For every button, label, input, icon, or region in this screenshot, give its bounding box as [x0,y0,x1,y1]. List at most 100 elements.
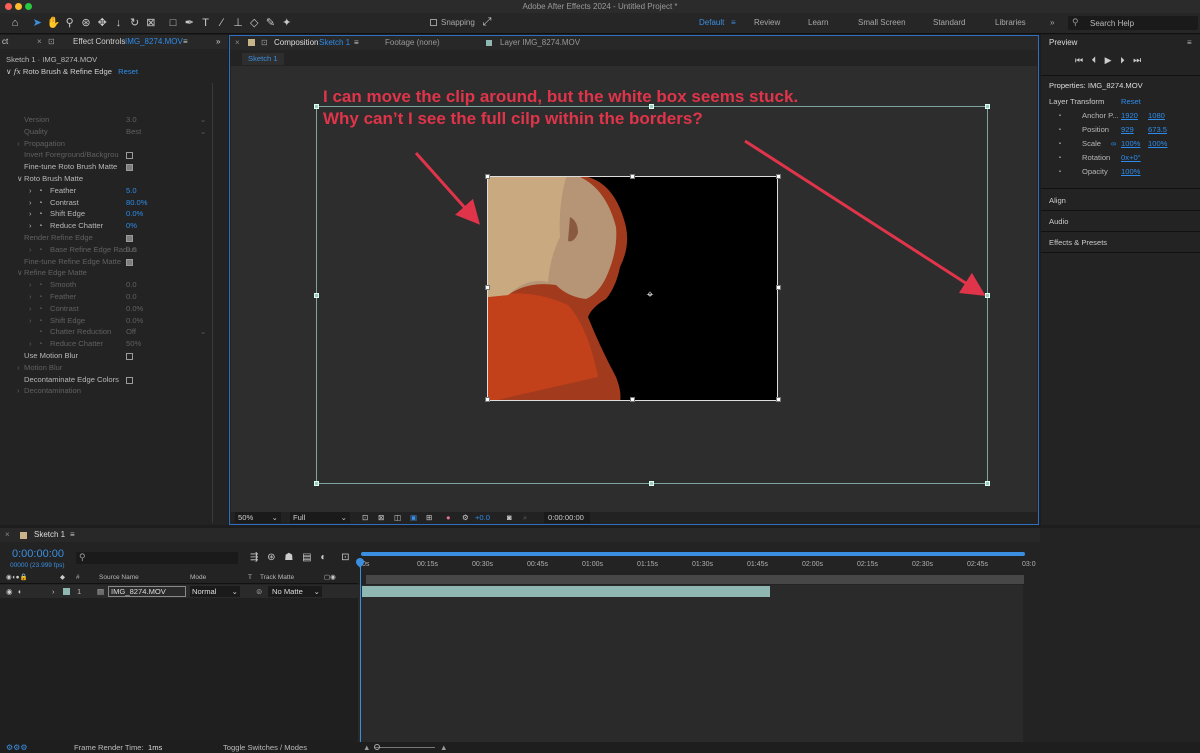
region-of-interest-icon[interactable]: ▣ [410,512,417,524]
expand-layer-icon[interactable]: › [52,585,55,598]
zoom-dropdown[interactable]: 50% ⌄ [235,512,281,523]
effect-property-row[interactable]: ∨ Refine Edge Matte [0,267,212,279]
disclosure-icon[interactable]: › [17,385,20,397]
layer-mode-dropdown[interactable]: Normal ⌄ [190,586,240,597]
property-value-1[interactable]: 100% [1121,139,1140,148]
time-ruler[interactable]: 0s 00:15s 00:30s 00:45s 01:00s 01:15s 01:30s 01… [358,548,1036,588]
disclosure-icon[interactable]: › [29,303,32,315]
resolution-dropdown[interactable]: Full ⌄ [290,512,350,523]
effect-property-row[interactable]: Quality Best ⌄ [0,126,212,138]
effect-property-row[interactable]: › Decontamination [0,385,212,397]
timeline-search-input[interactable]: ⚲ [76,552,238,564]
eraser-tool-icon[interactable]: ◇ [247,16,261,30]
property-checkbox[interactable] [126,258,133,266]
disclosure-icon[interactable]: › [29,338,32,350]
stopwatch-icon[interactable]: ◔ [38,208,43,220]
transform-property-row[interactable]: ◔ Position 929 673.5 [1041,125,1200,137]
disclosure-icon[interactable]: › [17,362,20,374]
track-matte-pickwhip-icon[interactable]: ⊚ [256,585,262,598]
pan-behind-icon[interactable]: ⊠ [144,16,158,30]
zoom-tool-icon[interactable]: ⚲ [63,16,77,30]
property-value[interactable]: Best [126,126,141,138]
disclosure-icon[interactable]: › [29,197,32,209]
visibility-icon[interactable]: ◉ [6,585,13,598]
roto-brush-icon[interactable]: ✎ [264,16,278,30]
t-header[interactable]: T [248,572,252,584]
puppet-pin-icon[interactable]: ✦ [280,16,294,30]
effect-property-row[interactable]: Version 3.0 ⌄ [0,114,212,126]
property-value[interactable]: 0.0 [126,291,137,303]
track-matte-dropdown[interactable]: No Matte ⌄ [268,586,322,597]
composition-mini-flowchart-icon[interactable]: ⇶ [250,552,258,563]
property-value[interactable]: 3.0 [126,114,137,126]
timeline-tab[interactable]: Sketch 1 [34,528,65,542]
disclosure-icon[interactable]: ∨ [6,67,12,76]
status-icons[interactable]: ⚙⚙⚙ [6,742,28,753]
mask-visibility-icon[interactable]: ◫ [394,512,401,524]
effect-reset-button[interactable]: Reset [118,67,138,76]
layer-tab[interactable]: Layer IMG_8274.MOV [500,36,580,50]
disclosure-icon[interactable]: › [17,138,20,150]
motion-blur-icon[interactable]: ◐ [320,552,326,563]
workspace-standard[interactable]: Standard [933,18,965,27]
workspace-libraries[interactable]: Libraries [995,18,1026,27]
property-value[interactable]: 80.0% [126,197,148,209]
layer-name[interactable]: IMG_8274.MOV [108,586,186,597]
layer-label-color[interactable] [63,588,70,595]
workspace-review[interactable]: Review [754,18,780,27]
property-value[interactable]: 5.0 [126,185,137,197]
toggle-switches-button[interactable]: Toggle Switches / Modes [223,742,307,753]
close-tab-icon[interactable]: × [37,35,42,49]
effect-property-row[interactable]: Fine-tune Refine Edge Matte [0,256,212,268]
disclosure-icon[interactable]: › [29,185,32,197]
property-value[interactable]: Off [126,326,136,338]
zoom-in-icon[interactable]: ▲ [440,742,448,753]
fast-previews-icon[interactable]: ⊡ [362,512,368,524]
panel-menu-icon[interactable]: ≡ [354,36,359,50]
disclosure-icon[interactable]: › [29,244,32,256]
play-icon[interactable]: ▶ [1105,55,1112,65]
effect-property-row[interactable]: › ◔ Shift Edge 0.0% [0,208,212,220]
property-value-1[interactable]: 1920 [1121,111,1138,120]
close-tab-icon[interactable]: × [5,528,10,542]
effect-property-row[interactable]: Decontaminate Edge Colors [0,374,212,386]
time-navigator[interactable] [366,575,1024,584]
composition-tab[interactable]: Composition [274,36,318,50]
minimize-window-button[interactable] [15,3,22,10]
dolly-camera-icon[interactable]: ↓ [111,16,125,30]
effect-property-row[interactable]: › ◔ Contrast 80.0% [0,197,212,209]
frame-blending-icon[interactable]: ▤ [302,552,311,563]
property-value-1[interactable]: 100% [1121,167,1140,176]
comp-timecode[interactable]: 0:00:00:00 [544,512,590,523]
clone-stamp-icon[interactable]: ⊥ [231,16,245,30]
effect-property-row[interactable]: › ◔ Smooth 0.0 [0,279,212,291]
property-checkbox[interactable] [126,376,133,384]
zoom-slider[interactable] [375,747,435,748]
property-value-1[interactable]: 0x+0° [1121,153,1141,162]
transform-property-row[interactable]: ◔ Opacity 100% [1041,167,1200,179]
property-value[interactable]: 0.0 [126,279,137,291]
workspace-small-screen[interactable]: Small Screen [858,18,906,27]
shy-layers-icon[interactable]: ☗ [284,552,293,563]
comp-subtab[interactable]: Sketch 1 [242,53,284,65]
property-checkbox[interactable] [126,235,133,242]
rectangle-tool-icon[interactable]: □ [166,16,180,30]
chevron-down-icon[interactable]: ⌄ [200,114,206,126]
orbit-camera-icon[interactable]: ⊛ [79,16,93,30]
more-workspaces-icon[interactable]: » [1050,18,1054,27]
effect-property-row[interactable]: › Propagation [0,138,212,150]
transform-property-row[interactable]: ◔ Rotation 0x+0° [1041,153,1200,165]
home-icon[interactable]: ⌂ [8,16,22,30]
panel-menu-icon[interactable]: ≡ [183,35,188,49]
composition-name[interactable]: Sketch 1 [319,36,350,50]
zoom-slider-thumb[interactable] [374,744,380,750]
close-window-button[interactable] [5,3,12,10]
snap-options-icon[interactable]: ⤢ [480,15,494,29]
lock-icon[interactable]: ⊡ [48,35,55,49]
lock-icon[interactable]: ⊡ [261,36,268,50]
effect-property-row[interactable]: › Motion Blur [0,362,212,374]
effect-property-row[interactable]: › ◔ Reduce Chatter 50% [0,338,212,350]
effect-controls-layer[interactable]: IMG_8274.MOV [125,35,183,49]
transform-reset-button[interactable]: Reset [1121,97,1141,106]
audio-icon[interactable]: ◖ [17,585,22,598]
